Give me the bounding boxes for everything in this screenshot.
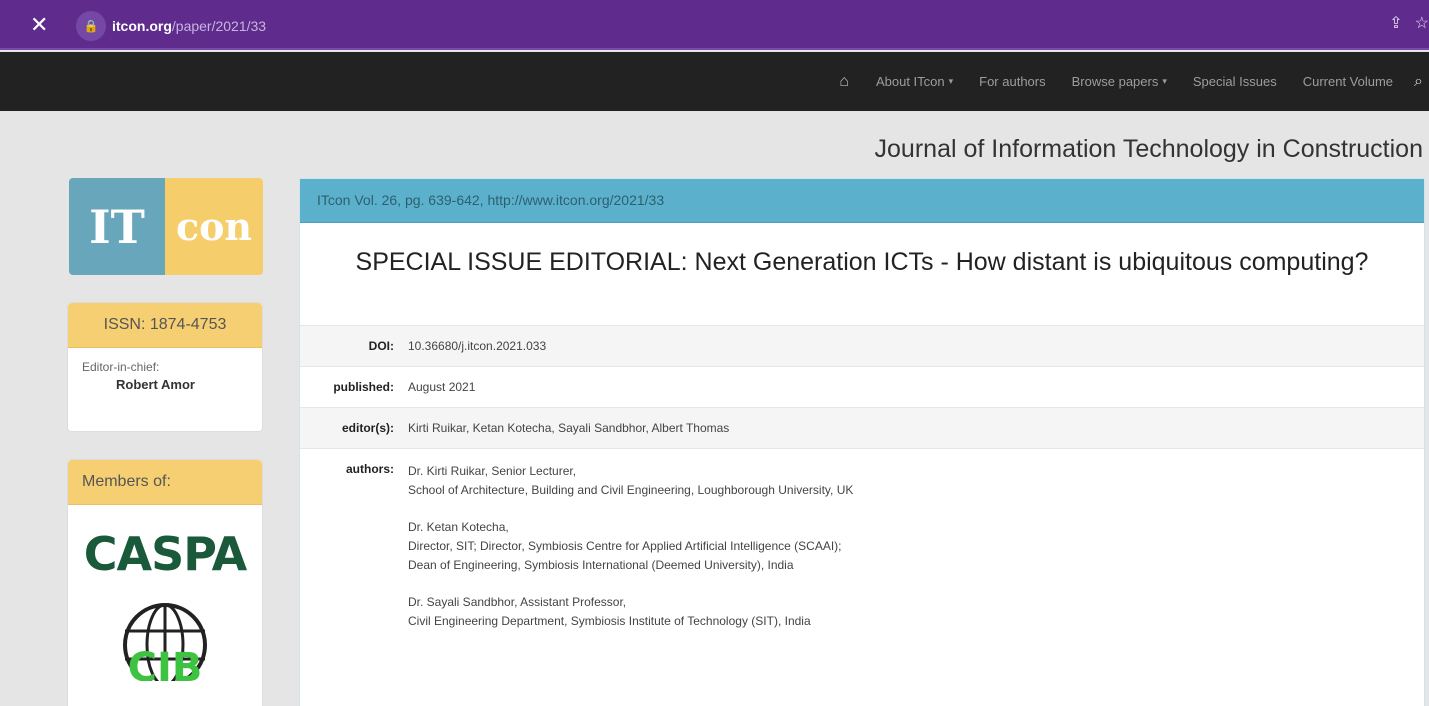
paper-panel: ITcon Vol. 26, pg. 639-642, http://www.i… (299, 178, 1425, 706)
nav-special-issues[interactable]: Special Issues (1193, 74, 1277, 89)
authors-row: authors: Dr. Kirti Ruikar, Senior Lectur… (300, 448, 1424, 662)
home-icon[interactable]: ⌂ (839, 73, 849, 91)
nav-current-volume[interactable]: Current Volume (1303, 74, 1393, 89)
cib-logo-text: CIB (128, 645, 203, 681)
editors-label: editor(s): (342, 421, 394, 435)
author-name-line: Dr. Sayali Sandbhor, Assistant Professor… (408, 595, 627, 609)
editor-label: Editor-in-chief: (82, 360, 160, 374)
url-host: itcon.org (112, 17, 172, 34)
author-affiliation-line: Civil Engineering Department, Symbiosis … (408, 614, 811, 628)
author-affiliation-line: Dean of Engineering, Symbiosis Internati… (408, 558, 794, 572)
share-icon[interactable]: ⇪ (1389, 13, 1402, 33)
browser-address-bar: ✕ 🔒 itcon.org/paper/2021/33 ⇪ ☆ (0, 0, 1429, 50)
issn-heading: ISSN: 1874-4753 (68, 303, 262, 348)
published-value: August 2021 (408, 380, 476, 394)
site-navbar: ⌂ About ITcon ▾ For authors Browse papers… (0, 52, 1429, 111)
nav-browse-papers-label: Browse papers (1071, 74, 1159, 89)
members-panel: Members of: CASPA CIB (67, 459, 263, 706)
bookmark-star-icon[interactable]: ☆ (1415, 13, 1429, 33)
caret-down-icon: ▾ (1162, 76, 1167, 86)
url-bar[interactable]: 🔒 itcon.org/paper/2021/33 (76, 10, 1076, 41)
doi-label: DOI: (368, 339, 394, 353)
nav-browse-papers[interactable]: Browse papers ▾ (1072, 74, 1167, 89)
logo-part-it: IT (69, 178, 165, 275)
journal-title: Journal of Information Technology in Con… (874, 135, 1423, 163)
published-label: published: (333, 380, 394, 394)
published-row: published: August 2021 (300, 366, 1424, 407)
caspa-logo[interactable]: CASPA (68, 527, 262, 581)
author-name-line: Dr. Ketan Kotecha, (408, 520, 509, 534)
cib-logo[interactable]: CIB (110, 601, 220, 681)
nav-for-authors-label: For authors (979, 74, 1046, 89)
search-icon[interactable]: ⌕ (1414, 73, 1423, 91)
lock-icon[interactable]: 🔒 (76, 10, 106, 41)
editor-name: Robert Amor (116, 377, 195, 392)
author-affiliation-line: Director, SIT; Director, Symbiosis Centr… (408, 539, 842, 553)
author-entry: Dr. Ketan Kotecha, Director, SIT; Direct… (408, 518, 853, 575)
members-heading: Members of: (68, 460, 262, 505)
doi-value[interactable]: 10.36680/j.itcon.2021.033 (400, 326, 554, 366)
editors-row: editor(s): Kirti Ruikar, Ketan Kotecha, … (300, 407, 1424, 448)
author-name-line: Dr. Kirti Ruikar, Senior Lecturer, (408, 464, 577, 478)
caret-down-icon: ▾ (948, 76, 954, 86)
editors-value: Kirti Ruikar, Ketan Kotecha, Sayali Sand… (408, 421, 730, 435)
close-icon[interactable]: ✕ (30, 12, 48, 38)
citation-heading: ITcon Vol. 26, pg. 639-642, http://www.i… (300, 179, 1424, 223)
browser-actions: ⇪ ☆ (1389, 13, 1429, 33)
itcon-logo[interactable]: IT con (69, 178, 263, 275)
authors-label: authors: (346, 462, 394, 476)
author-entry: Dr. Sayali Sandbhor, Assistant Professor… (408, 593, 853, 631)
doi-row: DOI: 10.36680/j.itcon.2021.033 (300, 325, 1424, 366)
authors-list: Dr. Kirti Ruikar, Senior Lecturer, Schoo… (400, 449, 861, 662)
nav-list: ⌂ About ITcon ▾ For authors Browse papers… (839, 52, 1429, 111)
url-path: /paper/2021/33 (171, 17, 267, 34)
author-affiliation-line: School of Architecture, Building and Civ… (408, 483, 854, 497)
nav-for-authors[interactable]: For authors (979, 74, 1045, 89)
nav-about-label: About ITcon (875, 74, 945, 89)
logo-part-con: con (165, 178, 263, 275)
nav-about[interactable]: About ITcon ▾ (876, 74, 953, 89)
paper-title: SPECIAL ISSUE EDITORIAL: Next Generation… (355, 248, 1369, 276)
author-entry: Dr. Kirti Ruikar, Senior Lecturer, Schoo… (408, 462, 853, 500)
nav-current-volume-label: Current Volume (1302, 74, 1394, 89)
nav-special-issues-label: Special Issues (1192, 74, 1277, 89)
issn-panel: ISSN: 1874-4753 Editor-in-chief: Robert … (67, 302, 263, 432)
